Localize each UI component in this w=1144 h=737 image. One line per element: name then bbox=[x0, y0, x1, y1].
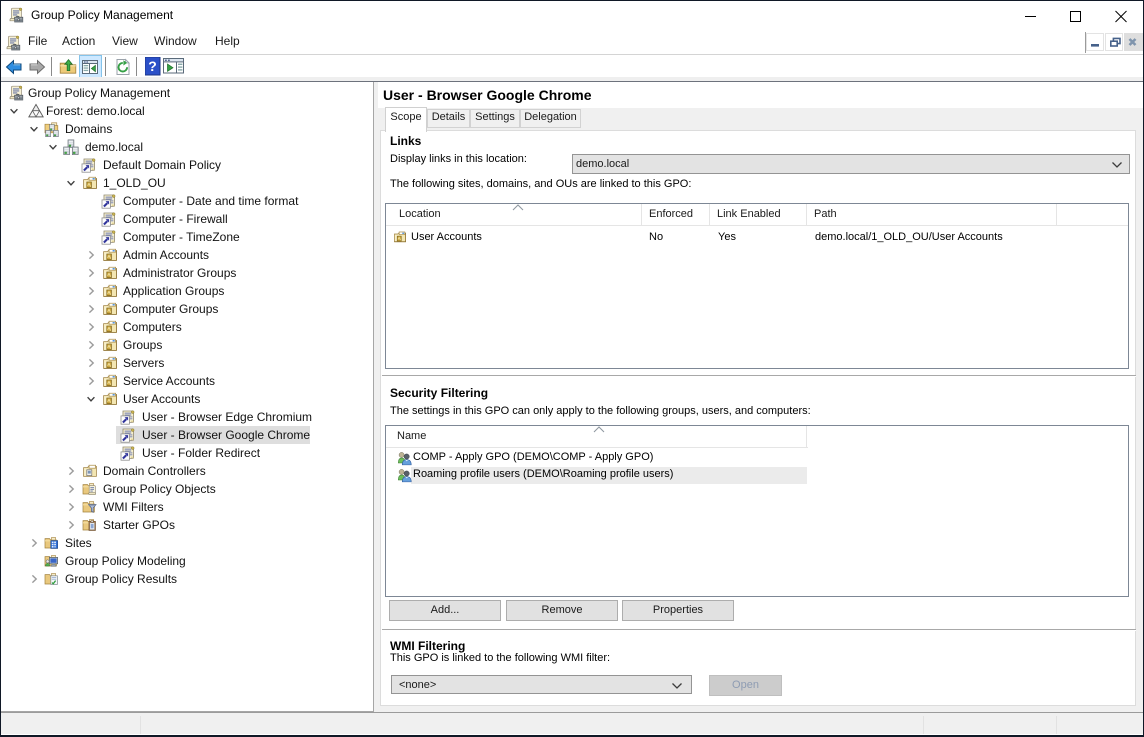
svg-text:?: ? bbox=[148, 58, 157, 74]
